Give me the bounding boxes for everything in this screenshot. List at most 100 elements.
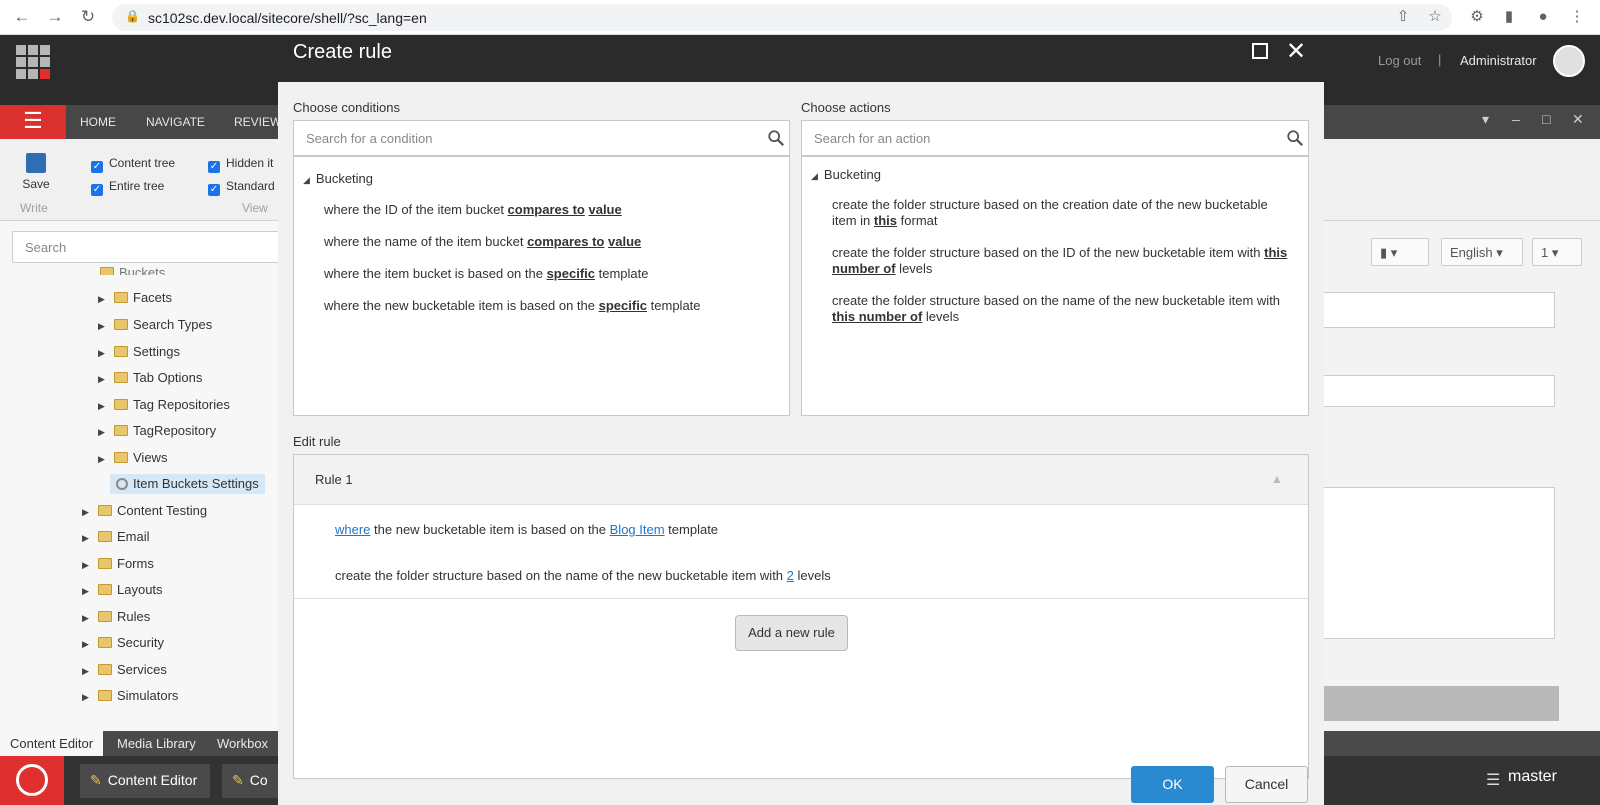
condition-item[interactable]: where the ID of the item bucket compares… [324, 202, 774, 218]
tree-item[interactable]: ▶ TagRepository [98, 423, 216, 445]
hidden-items-checkbox[interactable]: ✓ Hidden it [208, 156, 273, 173]
rule-header[interactable]: Rule 1 ▲ [294, 455, 1308, 505]
expand-arrow-icon[interactable]: ▶ [82, 692, 94, 703]
rule-levels-link[interactable]: 2 [787, 568, 794, 583]
tree-search-input[interactable]: Search [12, 231, 278, 263]
tree-item[interactable]: Item Buckets Settings [110, 474, 265, 498]
tab-workbox[interactable]: Workbox [207, 731, 278, 756]
cancel-button[interactable]: Cancel [1225, 766, 1308, 803]
launchpad-icon[interactable] [16, 45, 50, 79]
close-icon[interactable]: ✕ [1286, 37, 1306, 66]
keyword-link[interactable]: value [588, 202, 621, 217]
reload-icon[interactable]: ↻ [76, 5, 100, 29]
action-item[interactable]: create the folder structure based on the… [832, 245, 1292, 277]
tab-content-editor[interactable]: Content Editor [0, 731, 104, 756]
tree-item[interactable]: ▶ Forms [82, 556, 154, 578]
content-tree-checkbox[interactable]: ✓ Content tree [91, 156, 175, 173]
rule-where-link[interactable]: where [335, 522, 370, 537]
section-collapse-bar[interactable] [1297, 686, 1559, 721]
minimize-icon[interactable]: – [1512, 111, 1520, 127]
tab-review[interactable]: REVIEW [234, 115, 281, 129]
tree-item[interactable]: ▶ Content Testing [82, 503, 207, 525]
chevron-up-icon[interactable]: ▲ [1271, 472, 1283, 486]
expand-arrow-icon[interactable]: ▶ [82, 586, 94, 597]
tree-item[interactable]: ▶ Layouts [82, 582, 163, 604]
dropdown-icon[interactable]: ▾ [1482, 111, 1489, 128]
database-name[interactable]: master [1508, 768, 1557, 786]
entire-tree-checkbox[interactable]: ✓ Entire tree [91, 179, 164, 196]
keyword-link[interactable]: specific [547, 266, 595, 281]
share-icon[interactable]: ⇧ [1392, 6, 1414, 28]
tab-navigate[interactable]: NAVIGATE [146, 115, 205, 129]
tree-item[interactable]: ▶ Rules [82, 609, 150, 631]
back-icon[interactable]: ← [10, 5, 34, 29]
chrome-menu-icon[interactable]: ⋮ [1566, 6, 1588, 28]
expand-arrow-icon[interactable]: ▶ [82, 507, 94, 518]
keyword-link[interactable]: value [608, 234, 641, 249]
task-content-editor[interactable]: ✎ Content Editor [80, 764, 210, 798]
extensions-icon[interactable]: ⚙ [1466, 6, 1488, 28]
add-new-rule-button[interactable]: Add a new rule [735, 615, 848, 651]
data-menu-button[interactable]: ▮ ▾ [1371, 238, 1429, 266]
logout-link[interactable]: Log out [1378, 53, 1421, 68]
expand-arrow-icon[interactable]: ▶ [98, 321, 110, 332]
tree-item[interactable]: ▶ Tag Repositories [98, 397, 230, 419]
tree-item[interactable]: ▶ Search Types [98, 317, 212, 339]
user-name[interactable]: Administrator [1460, 53, 1537, 68]
tree-item[interactable]: ▶ Security [82, 635, 164, 657]
tree-item[interactable]: ▶ Tab Options [98, 370, 202, 392]
tree-item[interactable]: ▶ Simulators [82, 688, 178, 710]
condition-item[interactable]: where the new bucketable item is based o… [324, 298, 774, 314]
tab-home[interactable]: HOME [80, 115, 116, 129]
expand-arrow-icon[interactable]: ▶ [98, 401, 110, 412]
expand-arrow-icon[interactable]: ▶ [82, 666, 94, 677]
save-button[interactable]: Save [20, 153, 52, 191]
keyword-link[interactable]: this [874, 213, 897, 228]
action-item[interactable]: create the folder structure based on the… [832, 293, 1292, 325]
avatar[interactable] [1553, 45, 1585, 77]
forward-icon[interactable]: → [43, 5, 67, 29]
expand-arrow-icon[interactable]: ▶ [82, 560, 94, 571]
field-textarea[interactable] [1297, 487, 1555, 639]
expand-arrow-icon[interactable]: ▶ [98, 294, 110, 305]
task-content-editor-2[interactable]: ✎ Co [222, 764, 278, 798]
expand-arrow-icon[interactable]: ▶ [98, 454, 110, 465]
standard-fields-checkbox[interactable]: ✓ Standard [208, 179, 275, 196]
condition-item[interactable]: where the item bucket is based on the sp… [324, 266, 774, 282]
keyword-link[interactable]: compares to [527, 234, 604, 249]
url-text[interactable]: sc102sc.dev.local/sitecore/shell/?sc_lan… [148, 10, 427, 26]
tree-item-buckets[interactable]: Buckets [100, 265, 165, 275]
action-search-input[interactable] [802, 121, 1258, 155]
tree-item[interactable]: ▶ Email [82, 529, 150, 551]
expand-arrow-icon[interactable]: ▶ [98, 427, 110, 438]
maximize-icon[interactable] [1252, 43, 1268, 59]
bookmark-star-icon[interactable]: ☆ [1424, 6, 1446, 28]
address-bar[interactable]: 🔒 sc102sc.dev.local/sitecore/shell/?sc_l… [112, 4, 1452, 31]
field-dropdown-1[interactable] [1297, 292, 1555, 328]
expand-arrow-icon[interactable]: ▶ [98, 348, 110, 359]
expand-arrow-icon[interactable]: ▶ [82, 613, 94, 624]
tree-item[interactable]: ▶ Settings [98, 344, 180, 366]
tree-item[interactable]: ▶ Views [98, 450, 167, 472]
tab-media-library[interactable]: Media Library [107, 731, 206, 756]
tree-item[interactable]: ▶ Facets [98, 290, 172, 312]
search-icon[interactable] [767, 129, 785, 147]
conditions-group-bucketing[interactable]: ◢ Bucketing [303, 171, 373, 186]
field-dropdown-2[interactable] [1297, 375, 1555, 407]
condition-search-input[interactable] [294, 121, 740, 155]
expand-arrow-icon[interactable]: ▶ [82, 533, 94, 544]
action-item[interactable]: create the folder structure based on the… [832, 197, 1292, 229]
tree-item[interactable]: ▶ Services [82, 662, 167, 684]
ok-button[interactable]: OK [1131, 766, 1214, 803]
expand-arrow-icon[interactable]: ▶ [82, 639, 94, 650]
keyword-link[interactable]: compares to [508, 202, 585, 217]
profile-icon[interactable]: ● [1532, 6, 1554, 28]
sitecore-logo-icon[interactable] [0, 756, 64, 805]
language-selector[interactable]: English ▾ [1441, 238, 1523, 266]
version-selector[interactable]: 1 ▾ [1532, 238, 1582, 266]
keyword-link[interactable]: specific [599, 298, 647, 313]
rule-template-link[interactable]: Blog Item [610, 522, 665, 537]
search-icon[interactable] [1286, 129, 1304, 147]
restore-icon[interactable]: □ [1542, 111, 1550, 127]
actions-group-bucketing[interactable]: ◢ Bucketing [811, 167, 881, 182]
